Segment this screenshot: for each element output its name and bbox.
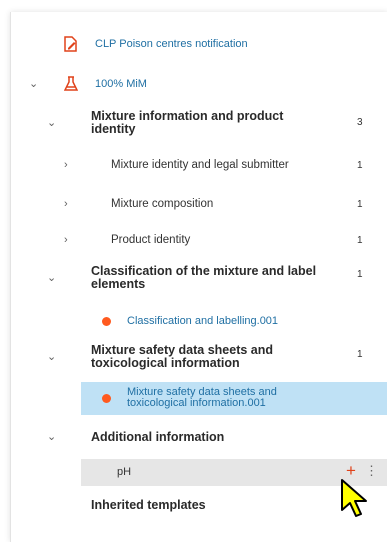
selected-document-row[interactable]: Mixture safety data sheets and toxicolog… (81, 382, 387, 415)
item-count: 3 (357, 117, 363, 128)
tree-item-mixture-composition[interactable]: › Mixture composition 1 (11, 197, 387, 213)
chevron-right-icon[interactable]: › (64, 199, 68, 210)
dossier-row[interactable]: ⌄ 100% MiM (11, 74, 387, 94)
section-label: Classification of the mixture and label … (91, 264, 317, 291)
chevron-down-icon[interactable]: ⌄ (47, 273, 56, 284)
section-additional-information[interactable]: ⌄ Additional information (11, 430, 387, 446)
flask-icon (63, 76, 79, 97)
chevron-down-icon[interactable]: ⌄ (47, 432, 56, 443)
item-count: 1 (357, 235, 363, 246)
document-link[interactable]: Classification and labelling.001 (127, 316, 278, 327)
section-safety-data-sheets[interactable]: ⌄ Mixture safety data sheets and toxicol… (11, 344, 387, 374)
chevron-right-icon[interactable]: › (64, 160, 68, 171)
tree-item-label[interactable]: pH (117, 466, 131, 479)
mouse-cursor-icon (340, 478, 370, 525)
item-count: 1 (357, 199, 363, 210)
status-dot-icon (102, 394, 111, 403)
item-count: 1 (357, 160, 363, 171)
section-mixture-information[interactable]: ⌄ Mixture information and product identi… (11, 110, 387, 140)
dossier-label[interactable]: 100% MiM (95, 79, 147, 90)
tree-item-product-identity[interactable]: › Product identity 1 (11, 233, 387, 249)
chevron-right-icon[interactable]: › (64, 235, 68, 246)
section-label: Mixture information and product identity (91, 109, 284, 136)
section-inherited-templates[interactable]: Inherited templates (11, 498, 387, 514)
document-link[interactable]: Mixture safety data sheets and toxicolog… (127, 387, 327, 409)
tree-item-label[interactable]: Mixture composition (111, 198, 213, 211)
tree-item-label[interactable]: Product identity (111, 234, 190, 247)
section-label: Mixture safety data sheets and toxicolog… (91, 343, 274, 370)
add-icon[interactable]: + (346, 462, 356, 479)
item-count: 1 (357, 349, 363, 360)
notification-title[interactable]: CLP Poison centres notification (95, 39, 248, 50)
document-classification-labelling[interactable]: Classification and labelling.001 (11, 314, 387, 330)
status-dot-icon (102, 317, 111, 326)
section-classification[interactable]: ⌄ Classification of the mixture and labe… (11, 265, 387, 295)
section-label: Inherited templates (91, 498, 206, 512)
chevron-down-icon[interactable]: ⌄ (29, 79, 38, 90)
tree-item-mixture-identity[interactable]: › Mixture identity and legal submitter 1 (11, 158, 387, 174)
tree-item-label[interactable]: Mixture identity and legal submitter (111, 159, 289, 172)
section-label: Additional information (91, 430, 225, 444)
notification-edit-icon (63, 36, 78, 57)
item-count: 1 (357, 269, 363, 280)
more-options-icon[interactable]: ⋮ (365, 464, 378, 477)
notification-header[interactable]: CLP Poison centres notification (11, 34, 387, 54)
chevron-down-icon[interactable]: ⌄ (47, 352, 56, 363)
navigation-tree-panel: CLP Poison centres notification ⌄ 100% M… (10, 12, 387, 542)
chevron-down-icon[interactable]: ⌄ (47, 118, 56, 129)
